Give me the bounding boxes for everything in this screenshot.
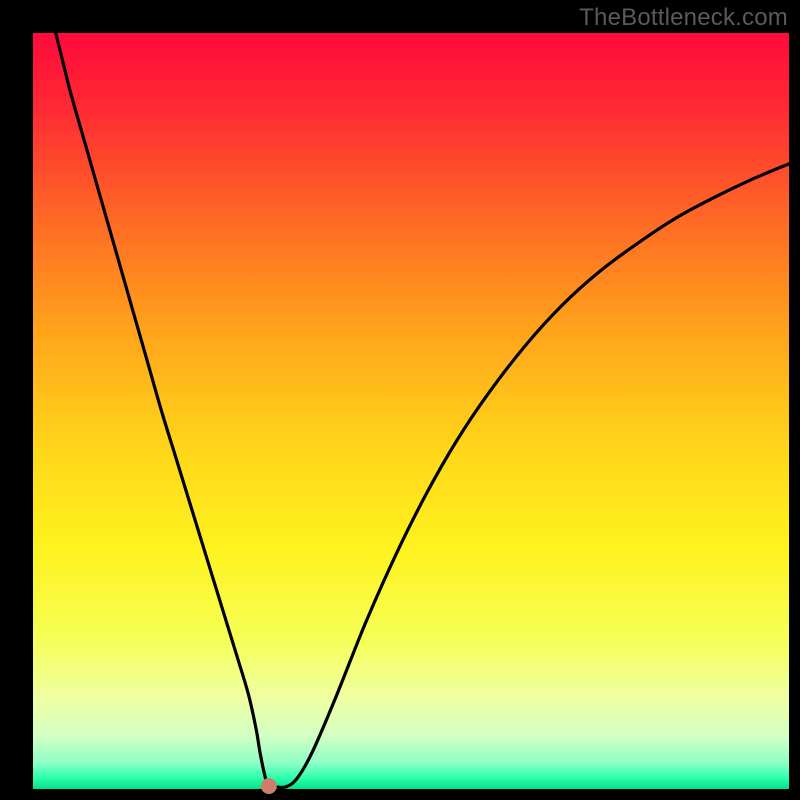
watermark-text: TheBottleneck.com <box>579 4 788 32</box>
plot-background <box>33 33 789 789</box>
bottleneck-chart <box>0 0 800 800</box>
optimum-marker <box>261 778 277 794</box>
chart-frame: TheBottleneck.com <box>0 0 800 800</box>
